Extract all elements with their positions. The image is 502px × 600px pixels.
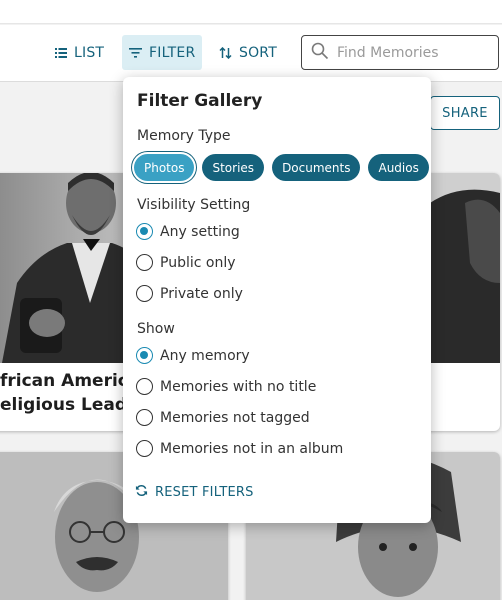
panel-title: Filter Gallery [137,91,263,111]
chip-photos[interactable]: Photos [134,154,195,181]
filter-icon [129,47,142,58]
memory-title-line: frican America [0,371,140,391]
search-icon [311,42,329,64]
radio-selected-icon[interactable] [136,223,153,240]
memory-type-label: Memory Type [137,128,231,144]
memory-title: frican America eligious Leade [0,369,139,417]
list-view-label: LIST [74,44,105,61]
search-input[interactable] [337,44,487,61]
radio-unselected-icon[interactable] [136,285,153,302]
list-icon [55,47,67,58]
radio-unselected-icon[interactable] [136,409,153,426]
sort-button[interactable]: SORT [212,35,284,70]
radio-private-only[interactable]: Private only [136,285,243,302]
radio-label: Any memory [160,347,250,364]
sort-label: SORT [239,44,277,61]
radio-label: Public only [160,254,236,271]
filter-button[interactable]: FILTER [122,35,203,70]
show-label: Show [137,321,175,337]
sort-arrows-icon [219,46,232,59]
radio-label: Any setting [160,223,240,240]
radio-not-in-album[interactable]: Memories not in an album [136,440,343,457]
chip-stories[interactable]: Stories [202,154,265,181]
radio-selected-icon[interactable] [136,347,153,364]
radio-no-title[interactable]: Memories with no title [136,378,316,395]
radio-any-memory[interactable]: Any memory [136,347,250,364]
radio-public-only[interactable]: Public only [136,254,236,271]
reset-filters-button[interactable]: RESET FILTERS [135,484,254,501]
radio-unselected-icon[interactable] [136,254,153,271]
chip-audios[interactable]: Audios [368,154,429,181]
radio-label: Memories not tagged [160,409,310,426]
search-box[interactable] [301,35,499,70]
visibility-setting-label: Visibility Setting [137,197,251,213]
memory-type-chips: Photos Stories Documents Audios [134,154,429,181]
radio-unselected-icon[interactable] [136,378,153,395]
radio-label: Private only [160,285,243,302]
gallery-toolbar: LIST FILTER SORT [0,25,502,82]
reset-filters-label: RESET FILTERS [155,485,254,500]
filter-label: FILTER [149,44,196,61]
top-strip [0,0,502,24]
refresh-icon [135,484,148,501]
chip-documents[interactable]: Documents [272,154,361,181]
share-button[interactable]: SHARE [430,96,500,130]
radio-not-tagged[interactable]: Memories not tagged [136,409,310,426]
list-view-button[interactable]: LIST [48,35,111,70]
radio-label: Memories not in an album [160,440,344,457]
radio-any-setting[interactable]: Any setting [136,223,240,240]
radio-label: Memories with no title [160,378,317,395]
memory-title-line: eligious Leade [0,395,139,415]
filter-gallery-panel: Filter Gallery Memory Type Photos Storie… [123,77,431,523]
radio-unselected-icon[interactable] [136,440,153,457]
